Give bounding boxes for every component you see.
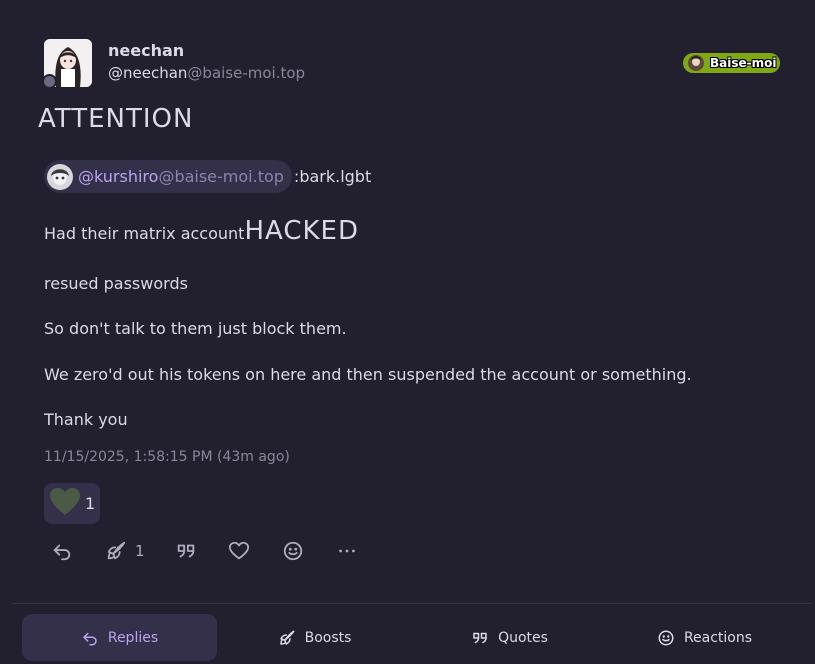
- author-handle[interactable]: @neechan@baise-moi.top: [108, 64, 305, 82]
- rocket-icon: [107, 541, 126, 560]
- more-button[interactable]: [336, 538, 358, 564]
- note-heading: ATTENTION: [38, 104, 194, 134]
- hacked-prefix: Had their matrix account: [44, 224, 245, 243]
- author-host: @baise-moi.top: [187, 64, 306, 82]
- reaction-heart[interactable]: 1: [44, 483, 100, 524]
- hacked-word: HACKED: [244, 216, 359, 246]
- reply-icon: [83, 632, 97, 645]
- divider: [12, 603, 812, 604]
- smile-icon: [658, 630, 674, 645]
- note-paragraph: resued passwords: [44, 274, 188, 293]
- quote-icon: [177, 544, 195, 558]
- hacked-line: Had their matrix account HACKED: [44, 216, 359, 246]
- tab-boosts[interactable]: Boosts: [217, 614, 412, 661]
- tab-reactions[interactable]: Reactions: [607, 614, 802, 661]
- tab-quotes[interactable]: Quotes: [412, 614, 607, 661]
- custom-emoji-text: :bark.lgbt: [293, 167, 372, 186]
- reply-button[interactable]: [51, 538, 73, 564]
- online-status-indicator: [42, 74, 57, 89]
- author-username: @neechan: [108, 64, 188, 82]
- tab-label: Reactions: [683, 629, 753, 646]
- tab-label: Quotes: [498, 629, 548, 646]
- quote-button[interactable]: [175, 538, 197, 564]
- tab-replies[interactable]: Replies: [22, 614, 217, 661]
- boost-count: 1: [135, 542, 145, 560]
- mention-link[interactable]: @kurshiro @baise-moi.top: [44, 160, 292, 193]
- note-timestamp[interactable]: 11/15/2025, 1:58:15 PM (43m ago): [44, 449, 290, 465]
- boost-button[interactable]: 1: [105, 538, 145, 564]
- quote-icon: [473, 632, 487, 643]
- tab-label: Boosts: [304, 629, 352, 646]
- heart-icon: [49, 487, 81, 521]
- more-icon: [339, 549, 355, 553]
- author-display-name[interactable]: neechan: [108, 41, 184, 60]
- reply-icon: [53, 544, 71, 561]
- note-paragraph: Thank you: [44, 410, 128, 429]
- instance-badge[interactable]: Baise-moi: [683, 53, 780, 73]
- mention-row: @kurshiro @baise-moi.top :bark.lgbt: [44, 160, 371, 193]
- tab-label: Replies: [107, 629, 159, 646]
- note-paragraph: We zero'd out his tokens on here and the…: [44, 365, 692, 384]
- mention-avatar: [47, 163, 73, 190]
- reaction-count: 1: [85, 494, 96, 513]
- instance-name: Baise-moi: [710, 56, 777, 70]
- note-paragraph: So don't talk to them just block them.: [44, 319, 347, 338]
- heart-outline-icon: [228, 541, 250, 560]
- like-button[interactable]: [228, 538, 250, 564]
- instance-icon: [687, 54, 705, 72]
- mention-host: @baise-moi.top: [158, 167, 284, 186]
- mention-username: @kurshiro: [78, 167, 159, 186]
- smile-icon: [283, 541, 303, 561]
- rocket-icon: [279, 630, 295, 645]
- react-button[interactable]: [282, 538, 304, 564]
